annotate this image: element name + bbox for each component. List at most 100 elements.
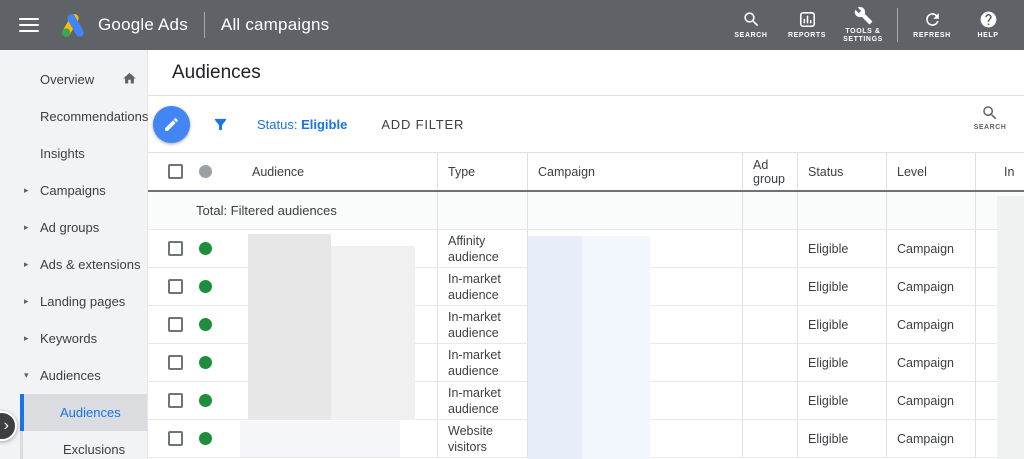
topbar-actions-divider xyxy=(897,8,898,42)
cell-campaign xyxy=(527,268,742,305)
tools-settings-button[interactable]: TOOLS & SETTINGS xyxy=(835,0,891,50)
table-row[interactable]: Affinity audience Eligible Campaign xyxy=(148,230,1024,268)
audience-cell xyxy=(148,306,437,343)
cell-type: In-market audience xyxy=(437,344,527,381)
header-status[interactable]: Status xyxy=(797,153,886,190)
table-row[interactable]: Website visitors Eligible Campaign xyxy=(148,420,1024,458)
campaign-scope-title: All campaigns xyxy=(220,15,330,34)
sidebar-item-insights[interactable]: Insights xyxy=(0,135,147,172)
home-icon xyxy=(122,71,137,89)
product-name-text: Google Ads xyxy=(98,15,188,34)
sidebar-subitem-exclusions[interactable]: Exclusions xyxy=(20,431,147,459)
help-button[interactable]: HELP xyxy=(960,0,1016,50)
cell-impressions xyxy=(975,268,1024,305)
cell-campaign xyxy=(527,230,742,267)
cell-ad-group xyxy=(742,306,797,343)
sidebar-item-label: Overview xyxy=(40,72,95,87)
row-checkbox[interactable] xyxy=(168,241,183,256)
sidebar-item-overview[interactable]: Overview xyxy=(0,61,147,98)
row-checkbox[interactable] xyxy=(168,431,183,446)
row-checkbox[interactable] xyxy=(168,355,183,370)
row-checkbox[interactable] xyxy=(168,279,183,294)
search-button[interactable]: SEARCH xyxy=(723,0,779,50)
table-row[interactable]: In-market audience Eligible Campaign xyxy=(148,268,1024,306)
sidebar-item-campaigns[interactable]: ▸ Campaigns xyxy=(0,172,147,209)
sidebar-item-ads-extensions[interactable]: ▸ Ads & extensions xyxy=(0,246,147,283)
sidebar-item-recommendations[interactable]: Recommendations xyxy=(0,98,148,135)
collapse-panel-button[interactable]: › xyxy=(0,411,17,441)
audiences-table: Audience Type Campaign Ad group Status L… xyxy=(148,152,1024,459)
sidebar-subitem-audiences[interactable]: Audiences xyxy=(20,394,147,431)
status-filter-chip[interactable]: Status: Eligible xyxy=(257,117,347,132)
cell-level: Campaign xyxy=(886,306,975,343)
table-header-row: Audience Type Campaign Ad group Status L… xyxy=(148,152,1024,192)
page-header: Audiences xyxy=(148,50,1024,96)
sidebar-item-audiences[interactable]: ▾ Audiences xyxy=(0,357,147,394)
audience-cell xyxy=(148,230,437,267)
empty-cell xyxy=(797,192,886,229)
cell-ad-group xyxy=(742,268,797,305)
sidebar-item-label: Audiences xyxy=(40,368,101,383)
cell-type: In-market audience xyxy=(437,268,527,305)
table-search-button[interactable]: SEARCH xyxy=(968,104,1012,131)
sidebar-item-landing-pages[interactable]: ▸ Landing pages xyxy=(0,283,147,320)
menu-button[interactable] xyxy=(0,0,58,50)
top-app-bar: Google Ads All campaigns SEARCH REPORTS … xyxy=(0,0,1024,50)
reports-button-label: REPORTS xyxy=(787,32,827,39)
cell-campaign xyxy=(527,382,742,419)
enabled-status-dot-icon xyxy=(199,394,212,407)
expand-arrow-icon: ▸ xyxy=(24,222,29,232)
audience-cell xyxy=(148,420,437,457)
header-impressions[interactable]: In xyxy=(975,153,1024,190)
expand-arrow-icon: ▸ xyxy=(24,259,29,269)
select-all-checkbox[interactable] xyxy=(168,164,183,179)
edit-audiences-button[interactable] xyxy=(153,105,190,143)
cell-impressions xyxy=(975,230,1024,267)
sidebar-item-keywords[interactable]: ▸ Keywords xyxy=(0,320,147,357)
search-button-label: SEARCH xyxy=(734,32,768,39)
add-filter-button[interactable]: ADD FILTER xyxy=(381,117,464,132)
expand-arrow-icon: ▸ xyxy=(24,185,29,195)
total-label: Total: Filtered audiences xyxy=(196,203,337,218)
cell-impressions xyxy=(975,306,1024,343)
header-type[interactable]: Type xyxy=(437,153,527,190)
column-label: Audience xyxy=(252,164,305,179)
sidebar-item-label: Keywords xyxy=(40,331,98,346)
table-row[interactable]: In-market audience Eligible Campaign xyxy=(148,306,1024,344)
wrench-icon xyxy=(854,6,872,25)
audience-cell xyxy=(148,344,437,381)
cell-campaign xyxy=(527,344,742,381)
table-row[interactable]: In-market audience Eligible Campaign xyxy=(148,382,1024,420)
header-level[interactable]: Level xyxy=(886,153,975,190)
empty-cell xyxy=(742,192,797,229)
enabled-status-dot-icon xyxy=(199,432,212,445)
expand-arrow-icon: ▸ xyxy=(24,333,29,343)
cell-ad-group xyxy=(742,230,797,267)
reports-button[interactable]: REPORTS xyxy=(779,0,835,50)
enabled-status-dot-icon xyxy=(199,280,212,293)
row-checkbox[interactable] xyxy=(168,317,183,332)
refresh-button[interactable]: REFRESH xyxy=(904,0,960,50)
cell-impressions xyxy=(975,382,1024,419)
search-icon xyxy=(983,106,997,120)
left-nav: Overview Recommendations Insights ▸ Camp… xyxy=(0,50,148,459)
cell-level: Campaign xyxy=(886,268,975,305)
enabled-status-dot-icon xyxy=(199,356,212,369)
cell-campaign xyxy=(527,306,742,343)
enabled-status-dot-icon xyxy=(199,318,212,331)
header-ad-group[interactable]: Ad group xyxy=(742,153,797,190)
enabled-status-dot-icon xyxy=(199,242,212,255)
status-filter-label: Status: xyxy=(257,116,298,132)
cell-type: Website visitors xyxy=(437,420,527,457)
table-search-label: SEARCH xyxy=(973,124,1007,131)
row-checkbox[interactable] xyxy=(168,393,183,408)
header-campaign[interactable]: Campaign xyxy=(527,153,742,190)
sidebar-item-ad-groups[interactable]: ▸ Ad groups xyxy=(0,209,147,246)
filter-button[interactable] xyxy=(212,116,229,133)
refresh-icon xyxy=(925,13,939,26)
header-audience: Audience xyxy=(148,153,437,190)
sidebar-item-label: Insights xyxy=(40,146,85,161)
cell-status: Eligible xyxy=(797,420,886,457)
table-row[interactable]: In-market audience Eligible Campaign xyxy=(148,344,1024,382)
pencil-icon xyxy=(165,117,178,131)
